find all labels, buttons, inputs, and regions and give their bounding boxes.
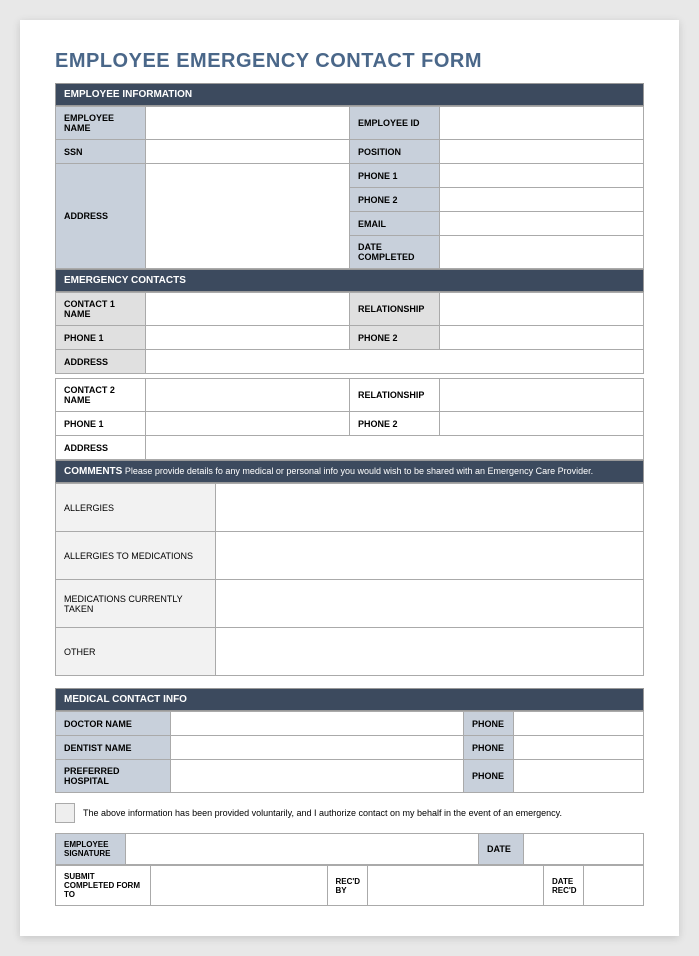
input-submit-to[interactable] <box>151 866 328 906</box>
input-email[interactable] <box>440 212 644 236</box>
input-hospital-phone[interactable] <box>514 760 644 793</box>
input-hospital[interactable] <box>171 760 464 793</box>
input-other[interactable] <box>216 628 644 676</box>
emergency-contacts-header: EMERGENCY CONTACTS <box>55 269 644 292</box>
input-contact2-phone1[interactable] <box>146 412 350 436</box>
label-sig-date: DATE <box>479 834 524 865</box>
input-contact1-phone1[interactable] <box>146 326 350 350</box>
input-sig-date[interactable] <box>524 834 644 865</box>
authorization-text: The above information has been provided … <box>83 808 562 818</box>
label-ssn: SSN <box>56 140 146 164</box>
label-signature: EMPLOYEE SIGNATURE <box>56 834 126 865</box>
emergency-contacts-table: CONTACT 1 NAME RELATIONSHIP PHONE 1 PHON… <box>55 292 644 374</box>
input-doctor-phone[interactable] <box>514 712 644 736</box>
signature-table: EMPLOYEE SIGNATURE DATE <box>55 833 644 865</box>
label-allergies-meds: ALLERGIES TO MEDICATIONS <box>56 532 216 580</box>
input-contact1-relationship[interactable] <box>440 293 644 326</box>
input-contact1-phone2[interactable] <box>440 326 644 350</box>
medical-contact-table: DOCTOR NAME PHONE DENTIST NAME PHONE PRE… <box>55 711 644 793</box>
label-doctor-name: DOCTOR NAME <box>56 712 171 736</box>
input-address[interactable] <box>146 164 350 269</box>
comments-header-text: Please provide details fo any medical or… <box>122 466 593 476</box>
label-contact2-name: CONTACT 2 NAME <box>56 379 146 412</box>
label-phone2: PHONE 2 <box>350 188 440 212</box>
label-submit-to: SUBMIT COMPLETED FORM TO <box>56 866 151 906</box>
label-employee-name: EMPLOYEE NAME <box>56 107 146 140</box>
input-signature[interactable] <box>126 834 479 865</box>
label-doctor-phone: PHONE <box>464 712 514 736</box>
input-phone2[interactable] <box>440 188 644 212</box>
label-email: EMAIL <box>350 212 440 236</box>
label-date-recd: DATE REC'D <box>544 866 584 906</box>
label-other: OTHER <box>56 628 216 676</box>
label-contact2-phone1: PHONE 1 <box>56 412 146 436</box>
label-address: ADDRESS <box>56 164 146 269</box>
authorization-row: The above information has been provided … <box>55 803 644 823</box>
label-employee-id: EMPLOYEE ID <box>350 107 440 140</box>
label-dentist-name: DENTIST NAME <box>56 736 171 760</box>
input-allergies[interactable] <box>216 484 644 532</box>
label-contact2-address: ADDRESS <box>56 436 146 460</box>
label-contact1-phone2: PHONE 2 <box>350 326 440 350</box>
label-contact1-name: CONTACT 1 NAME <box>56 293 146 326</box>
label-hospital-phone: PHONE <box>464 760 514 793</box>
input-meds-taken[interactable] <box>216 580 644 628</box>
label-position: POSITION <box>350 140 440 164</box>
label-contact1-relationship: RELATIONSHIP <box>350 293 440 326</box>
input-date-completed[interactable] <box>440 236 644 269</box>
input-date-recd[interactable] <box>584 866 644 906</box>
form-page: EMPLOYEE EMERGENCY CONTACT FORM EMPLOYEE… <box>20 20 679 936</box>
submit-table: SUBMIT COMPLETED FORM TO REC'D BY DATE R… <box>55 865 644 906</box>
label-date-completed: DATE COMPLETED <box>350 236 440 269</box>
label-contact1-phone1: PHONE 1 <box>56 326 146 350</box>
input-dentist-phone[interactable] <box>514 736 644 760</box>
input-employee-id[interactable] <box>440 107 644 140</box>
input-recd-by[interactable] <box>367 866 544 906</box>
label-phone1: PHONE 1 <box>350 164 440 188</box>
label-contact1-address: ADDRESS <box>56 350 146 374</box>
input-contact1-address[interactable] <box>146 350 644 374</box>
input-position[interactable] <box>440 140 644 164</box>
label-meds-taken: MEDICATIONS CURRENTLY TAKEN <box>56 580 216 628</box>
medical-contact-header: MEDICAL CONTACT INFO <box>55 688 644 711</box>
label-dentist-phone: PHONE <box>464 736 514 760</box>
input-contact2-address[interactable] <box>146 436 644 460</box>
input-phone1[interactable] <box>440 164 644 188</box>
input-ssn[interactable] <box>146 140 350 164</box>
label-hospital: PREFERRED HOSPITAL <box>56 760 171 793</box>
input-contact2-relationship[interactable] <box>440 379 644 412</box>
authorization-checkbox[interactable] <box>55 803 75 823</box>
emergency-contacts-table-2: CONTACT 2 NAME RELATIONSHIP PHONE 1 PHON… <box>55 378 644 460</box>
employee-info-table: EMPLOYEE NAME EMPLOYEE ID SSN POSITION A… <box>55 106 644 269</box>
comments-header-bold: COMMENTS <box>64 466 122 477</box>
label-recd-by: REC'D BY <box>327 866 367 906</box>
label-allergies: ALLERGIES <box>56 484 216 532</box>
input-allergies-meds[interactable] <box>216 532 644 580</box>
input-dentist-name[interactable] <box>171 736 464 760</box>
input-contact2-phone2[interactable] <box>440 412 644 436</box>
form-title: EMPLOYEE EMERGENCY CONTACT FORM <box>55 50 644 73</box>
input-contact2-name[interactable] <box>146 379 350 412</box>
input-employee-name[interactable] <box>146 107 350 140</box>
label-contact2-relationship: RELATIONSHIP <box>350 379 440 412</box>
comments-header: COMMENTS Please provide details fo any m… <box>55 460 644 483</box>
employee-info-header: EMPLOYEE INFORMATION <box>55 83 644 106</box>
label-contact2-phone2: PHONE 2 <box>350 412 440 436</box>
comments-table: ALLERGIES ALLERGIES TO MEDICATIONS MEDIC… <box>55 483 644 676</box>
input-doctor-name[interactable] <box>171 712 464 736</box>
input-contact1-name[interactable] <box>146 293 350 326</box>
